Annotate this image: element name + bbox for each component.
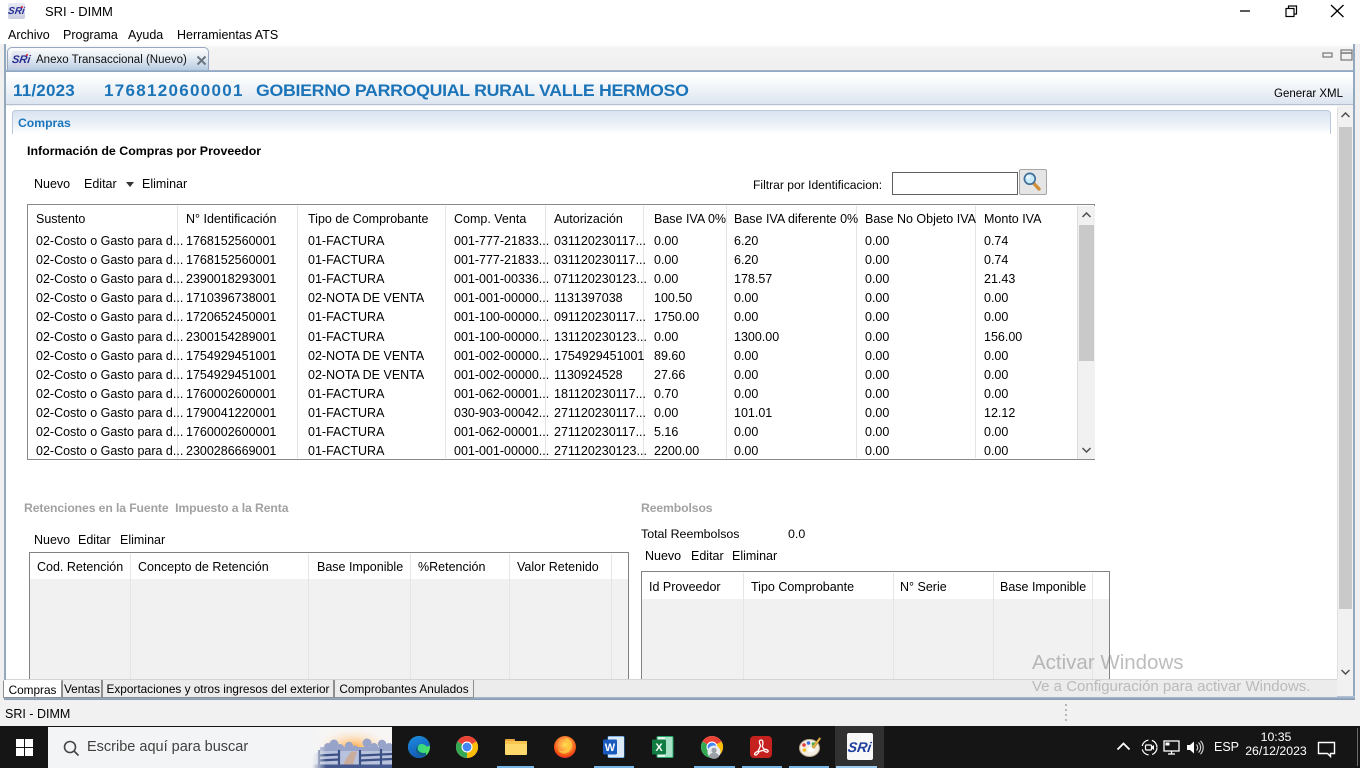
svg-text:W: W [605, 742, 616, 754]
svg-text:X: X [655, 742, 663, 754]
